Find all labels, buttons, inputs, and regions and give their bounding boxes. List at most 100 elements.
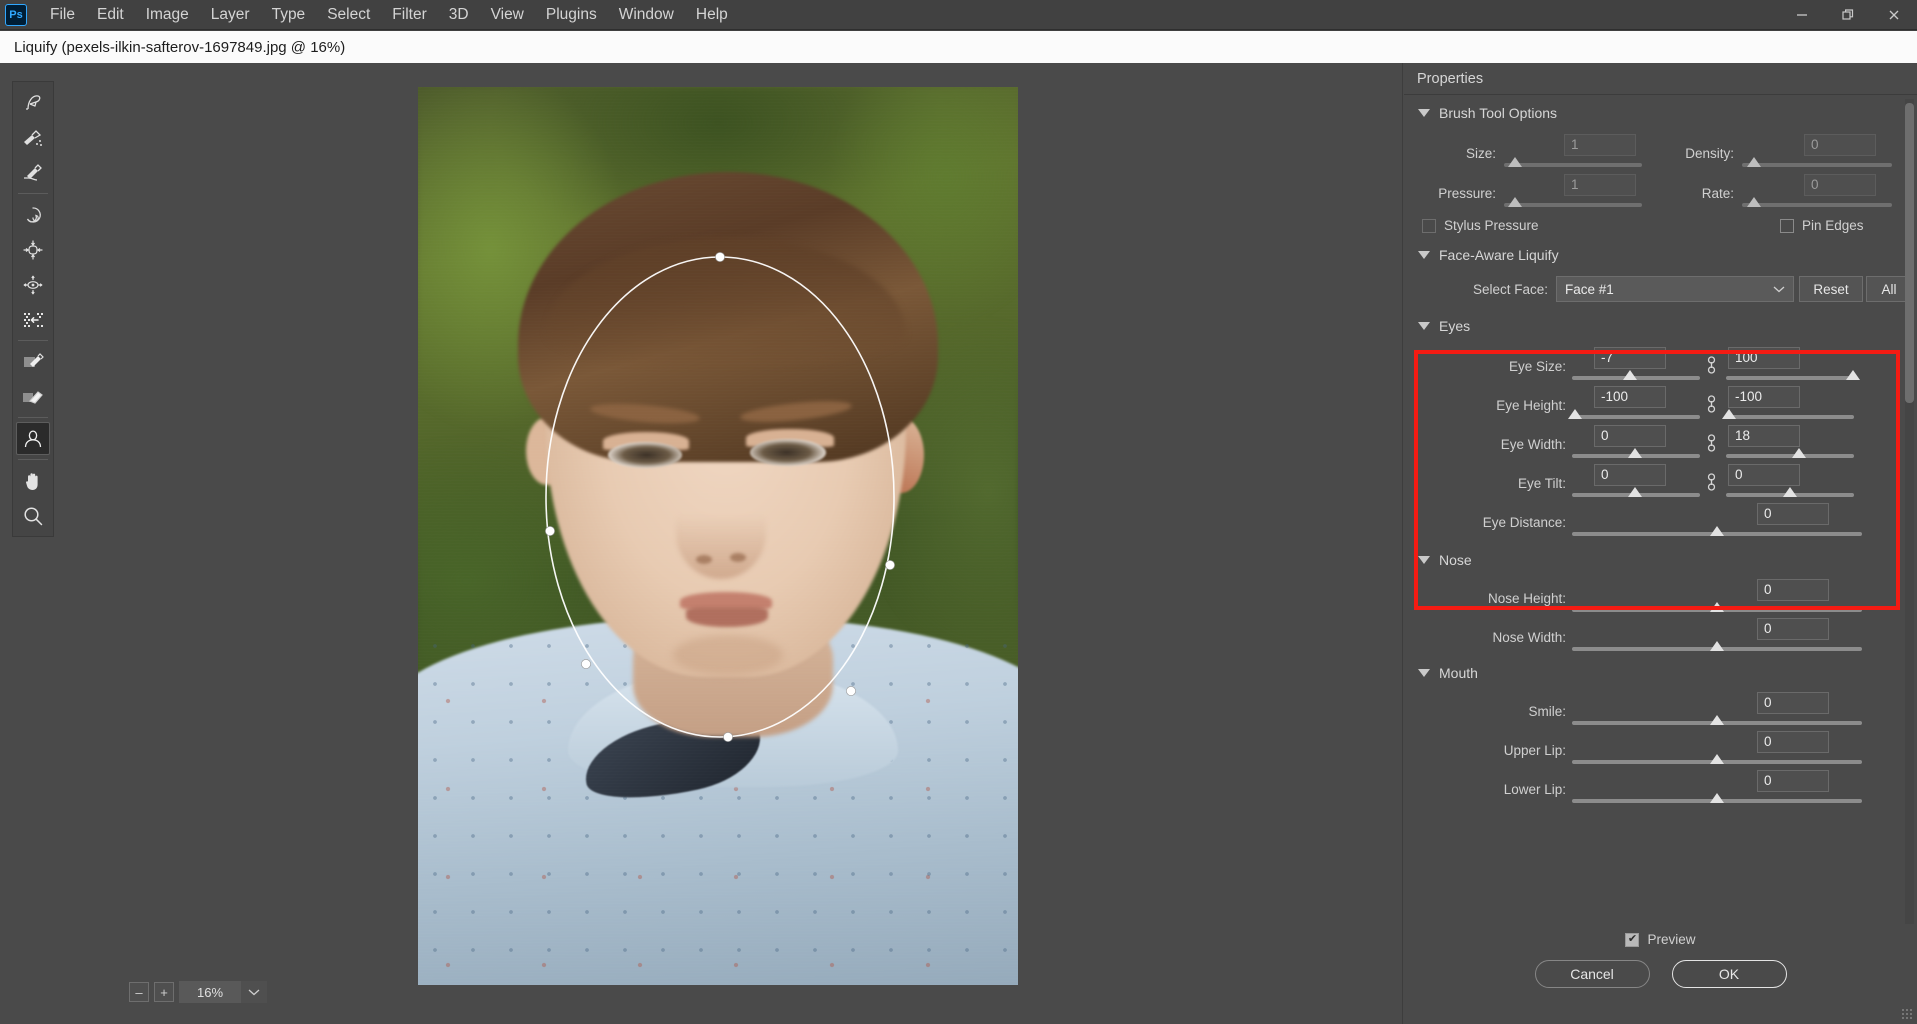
select-face-dropdown[interactable]: Face #1 bbox=[1556, 276, 1794, 302]
eye-size-right-thumb[interactable] bbox=[1845, 370, 1860, 380]
push-left-tool[interactable] bbox=[16, 303, 50, 336]
eye-height-left-slider[interactable] bbox=[1567, 409, 1700, 419]
preview-checkbox[interactable]: Preview bbox=[1404, 924, 1917, 947]
section-brush-tool-options[interactable]: Brush Tool Options bbox=[1404, 96, 1917, 130]
hand-tool[interactable] bbox=[16, 464, 50, 497]
eye-tilt-left-slider[interactable] bbox=[1572, 487, 1700, 497]
size-slider-thumb[interactable] bbox=[1508, 157, 1523, 167]
ok-button[interactable]: OK bbox=[1671, 960, 1787, 988]
smile-thumb[interactable] bbox=[1710, 715, 1724, 725]
smooth-tool[interactable] bbox=[16, 156, 50, 189]
link-chain-icon[interactable] bbox=[1700, 425, 1722, 458]
menu-filter[interactable]: Filter bbox=[381, 2, 437, 28]
menu-help[interactable]: Help bbox=[685, 2, 739, 28]
pressure-slider-thumb[interactable] bbox=[1508, 197, 1523, 207]
eye-height-right-thumb[interactable] bbox=[1721, 409, 1736, 419]
density-slider-thumb[interactable] bbox=[1747, 157, 1761, 167]
smile-input[interactable]: 0 bbox=[1757, 692, 1829, 714]
reconstruct-tool[interactable] bbox=[16, 121, 50, 154]
density-slider[interactable] bbox=[1742, 157, 1892, 167]
menu-view[interactable]: View bbox=[480, 2, 535, 28]
cancel-button[interactable]: Cancel bbox=[1534, 960, 1650, 988]
zoom-level-value[interactable]: 16% bbox=[179, 981, 241, 1003]
eye-tilt-left-thumb[interactable] bbox=[1627, 487, 1642, 497]
chevron-down-icon[interactable] bbox=[241, 981, 267, 1003]
close-button[interactable] bbox=[1871, 0, 1917, 30]
menu-layer[interactable]: Layer bbox=[200, 2, 261, 28]
eye-distance-thumb[interactable] bbox=[1710, 526, 1724, 536]
eye-width-right-slider[interactable] bbox=[1726, 448, 1854, 458]
lower-lip-thumb[interactable] bbox=[1710, 793, 1724, 803]
menu-file[interactable]: File bbox=[39, 2, 86, 28]
eye-width-left-thumb[interactable] bbox=[1627, 448, 1642, 458]
pin-edges-checkbox[interactable]: Pin Edges bbox=[1780, 218, 1864, 233]
menu-window[interactable]: Window bbox=[608, 2, 685, 28]
thaw-mask-tool[interactable] bbox=[16, 380, 50, 413]
bloat-tool[interactable] bbox=[16, 268, 50, 301]
eye-distance-input[interactable]: 0 bbox=[1757, 503, 1829, 525]
restore-button[interactable] bbox=[1825, 0, 1871, 30]
menu-select[interactable]: Select bbox=[316, 2, 381, 28]
nose-width-slider[interactable] bbox=[1572, 641, 1862, 651]
freeze-mask-tool[interactable] bbox=[16, 345, 50, 378]
menu-type[interactable]: Type bbox=[261, 2, 317, 28]
eye-height-right-input[interactable]: -100 bbox=[1728, 386, 1800, 408]
eye-size-left-thumb[interactable] bbox=[1622, 370, 1637, 380]
link-chain-icon[interactable] bbox=[1700, 386, 1722, 419]
nose-height-input[interactable]: 0 bbox=[1757, 579, 1829, 601]
zoom-out-button[interactable]: – bbox=[129, 982, 149, 1002]
rate-slider[interactable] bbox=[1742, 197, 1892, 207]
menu-plugins[interactable]: Plugins bbox=[535, 2, 608, 28]
reset-button[interactable]: Reset bbox=[1799, 276, 1863, 302]
pucker-tool[interactable] bbox=[16, 233, 50, 266]
pressure-input[interactable]: 1 bbox=[1564, 174, 1636, 196]
properties-scrollbar-thumb[interactable] bbox=[1905, 103, 1914, 403]
eye-size-left-input[interactable]: -7 bbox=[1594, 347, 1666, 369]
eye-tilt-right-thumb[interactable] bbox=[1783, 487, 1797, 497]
eye-height-left-input[interactable]: -100 bbox=[1594, 386, 1666, 408]
eye-tilt-left-input[interactable]: 0 bbox=[1594, 464, 1666, 486]
face-tool[interactable] bbox=[16, 422, 50, 455]
twirl-clockwise-tool[interactable] bbox=[16, 198, 50, 231]
eye-height-right-slider[interactable] bbox=[1721, 409, 1854, 419]
upper-lip-input[interactable]: 0 bbox=[1757, 731, 1829, 753]
section-face-aware-liquify[interactable]: Face-Aware Liquify bbox=[1404, 233, 1917, 272]
section-nose[interactable]: Nose bbox=[1404, 536, 1917, 577]
menu-image[interactable]: Image bbox=[135, 2, 200, 28]
eye-size-right-slider[interactable] bbox=[1726, 370, 1860, 380]
eye-size-right-input[interactable]: 100 bbox=[1728, 347, 1800, 369]
nose-width-input[interactable]: 0 bbox=[1757, 618, 1829, 640]
rate-input[interactable]: 0 bbox=[1804, 174, 1876, 196]
eye-size-left-slider[interactable] bbox=[1572, 370, 1700, 380]
minimize-button[interactable] bbox=[1779, 0, 1825, 30]
section-mouth[interactable]: Mouth bbox=[1404, 651, 1917, 690]
lower-lip-input[interactable]: 0 bbox=[1757, 770, 1829, 792]
preview-image[interactable] bbox=[418, 87, 1018, 985]
zoom-in-button[interactable]: + bbox=[154, 982, 174, 1002]
eye-width-right-thumb[interactable] bbox=[1791, 448, 1806, 458]
eye-width-right-input[interactable]: 18 bbox=[1728, 425, 1800, 447]
nose-height-slider[interactable] bbox=[1572, 602, 1862, 612]
menu-edit[interactable]: Edit bbox=[86, 2, 135, 28]
section-eyes[interactable]: Eyes bbox=[1404, 302, 1917, 343]
link-chain-icon[interactable] bbox=[1700, 347, 1722, 380]
upper-lip-slider[interactable] bbox=[1572, 754, 1862, 764]
rate-slider-thumb[interactable] bbox=[1747, 197, 1761, 207]
density-input[interactable]: 0 bbox=[1804, 134, 1876, 156]
pressure-slider[interactable] bbox=[1504, 197, 1642, 207]
upper-lip-thumb[interactable] bbox=[1710, 754, 1724, 764]
liquify-canvas-area[interactable]: – + 16% bbox=[63, 63, 1403, 1024]
stylus-pressure-checkbox[interactable]: Stylus Pressure bbox=[1422, 218, 1672, 233]
eye-distance-slider[interactable] bbox=[1572, 526, 1862, 536]
nose-height-thumb[interactable] bbox=[1710, 602, 1724, 612]
size-input[interactable]: 1 bbox=[1564, 134, 1636, 156]
nose-width-thumb[interactable] bbox=[1710, 641, 1724, 651]
resize-grip[interactable] bbox=[1901, 1008, 1913, 1020]
eye-width-left-input[interactable]: 0 bbox=[1594, 425, 1666, 447]
lower-lip-slider[interactable] bbox=[1572, 793, 1862, 803]
menu-3d[interactable]: 3D bbox=[438, 2, 480, 28]
link-chain-icon[interactable] bbox=[1700, 464, 1722, 497]
eye-tilt-right-input[interactable]: 0 bbox=[1728, 464, 1800, 486]
forward-warp-tool[interactable] bbox=[16, 86, 50, 119]
zoom-tool[interactable] bbox=[16, 499, 50, 532]
